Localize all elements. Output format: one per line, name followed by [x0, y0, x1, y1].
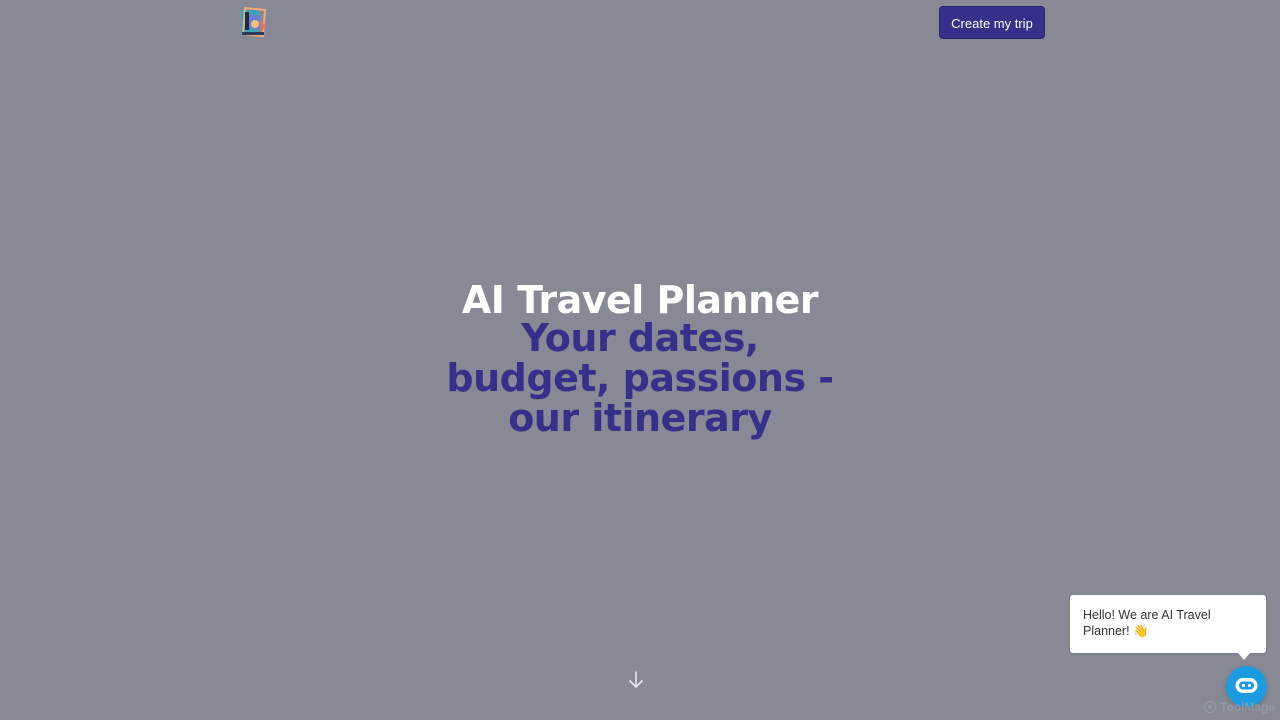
chatbot-icon: [1235, 678, 1258, 693]
toolmage-watermark: ToolMage: [1203, 698, 1275, 716]
abstract-colorful-logo-icon: [241, 6, 267, 38]
chat-greeting-bubble[interactable]: Hello! We are AI Travel Planner! 👋: [1070, 595, 1266, 660]
hero-section: AI Travel Planner Your dates, budget, pa…: [440, 278, 840, 438]
create-my-trip-button[interactable]: Create my trip: [939, 6, 1045, 39]
watermark-text: ToolMage: [1220, 700, 1276, 714]
arrow-down-icon: [629, 671, 643, 688]
toolmage-logo-icon: [1203, 700, 1217, 714]
chat-greeting-text: Hello! We are AI Travel Planner! 👋: [1083, 608, 1211, 638]
hero-subtitle: Your dates, budget, passions - our itine…: [446, 316, 834, 440]
scroll-down-button[interactable]: [626, 670, 646, 690]
site-logo[interactable]: [239, 6, 269, 38]
